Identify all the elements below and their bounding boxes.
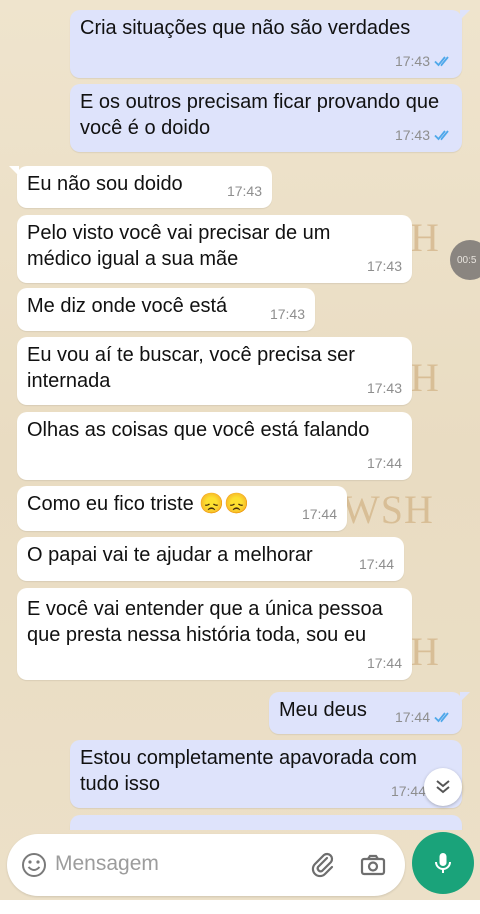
message-time: 17:44	[390, 783, 426, 799]
attach-button[interactable]	[309, 851, 337, 879]
message-bubble[interactable]: Olhas as coisas que você está falando 17…	[17, 412, 412, 480]
message-time: 17:43	[394, 127, 430, 143]
double-check-icon	[434, 55, 452, 67]
message-time: 17:44	[366, 655, 402, 671]
message-bubble[interactable]: O papai vai te ajudar a melhorar 17:44	[17, 537, 404, 581]
message-text: Me diz onde você está	[27, 295, 228, 317]
double-check-icon	[434, 129, 452, 141]
message-meta: 17:44	[302, 501, 337, 527]
camera-button[interactable]	[359, 851, 387, 879]
timer-label: 00:5	[457, 254, 477, 266]
message-bubble[interactable]: Estou completamente apavorada com tudo i…	[70, 740, 462, 808]
message-meta: 17:44	[367, 650, 402, 676]
message-placeholder: Mensagem	[55, 852, 159, 875]
message-text: E você vai entender que a única pessoa q…	[27, 598, 383, 646]
microphone-icon	[435, 853, 451, 873]
message-input[interactable]: Mensagem	[7, 834, 405, 896]
message-text: Eu vou aí te buscar, você precisa ser in…	[27, 344, 355, 392]
message-time: 17:44	[366, 455, 402, 471]
voice-record-button[interactable]	[412, 832, 474, 894]
message-meta: 17:44	[395, 704, 452, 730]
message-meta: 17:44	[359, 551, 394, 577]
scroll-to-bottom-button[interactable]	[424, 768, 462, 806]
message-bubble[interactable]: Me diz onde você está 17:43	[17, 288, 315, 331]
message-time: 17:43	[226, 183, 262, 199]
message-bubble[interactable]: Eu vou aí te buscar, você precisa ser in…	[17, 337, 412, 405]
message-bubble[interactable]: E você vai entender que a única pessoa q…	[17, 588, 412, 680]
message-bubble[interactable]: E os outros precisam ficar provando que …	[70, 84, 462, 152]
message-meta: 17:43	[270, 301, 305, 327]
message-text: O papai vai te ajudar a melhorar	[27, 544, 313, 566]
paperclip-icon	[311, 852, 334, 878]
message-time: 17:44	[301, 506, 337, 522]
message-bubble[interactable]: Eu não sou doido 17:43	[9, 166, 272, 208]
message-time: 17:43	[366, 258, 402, 274]
message-meta: 17:44	[367, 450, 402, 476]
message-text: Olhas as coisas que você está falando	[27, 419, 370, 441]
double-chevron-down-icon	[436, 780, 450, 794]
emoji-button[interactable]	[21, 852, 47, 878]
message-list[interactable]: Cria situações que não são verdades 17:4…	[0, 0, 480, 830]
message-time: 17:44	[358, 556, 394, 572]
message-text: Pelo visto você vai precisar de um médic…	[27, 222, 331, 270]
message-time: 17:43	[394, 53, 430, 69]
message-bubble[interactable]: Cria situações que não são verdades 17:4…	[70, 10, 470, 78]
message-meta: 17:43	[395, 122, 452, 148]
message-time: 17:43	[269, 306, 305, 322]
message-meta: 17:43	[227, 178, 262, 204]
message-meta: 17:43	[395, 48, 452, 74]
message-meta: 17:43	[367, 253, 402, 279]
double-check-icon	[434, 711, 452, 723]
message-text: Cria situações que não são verdades	[80, 17, 411, 39]
camera-icon	[360, 854, 386, 876]
system-nav-bar	[0, 900, 480, 914]
message-bubble[interactable]: Pelo visto você vai precisar de um médic…	[17, 215, 412, 283]
message-bubble[interactable]: Como eu fico triste 😞😞 17:44	[17, 486, 347, 531]
message-meta: 17:43	[367, 375, 402, 401]
message-bubble-partial[interactable]	[70, 815, 462, 830]
message-meta: 17:44	[391, 778, 426, 804]
message-text: Como eu fico triste 😞😞	[27, 493, 250, 515]
message-time: 17:44	[394, 709, 430, 725]
message-bubble[interactable]: Meu deus 17:44	[269, 692, 470, 734]
emoji-icon	[22, 853, 46, 877]
message-time: 17:43	[366, 380, 402, 396]
